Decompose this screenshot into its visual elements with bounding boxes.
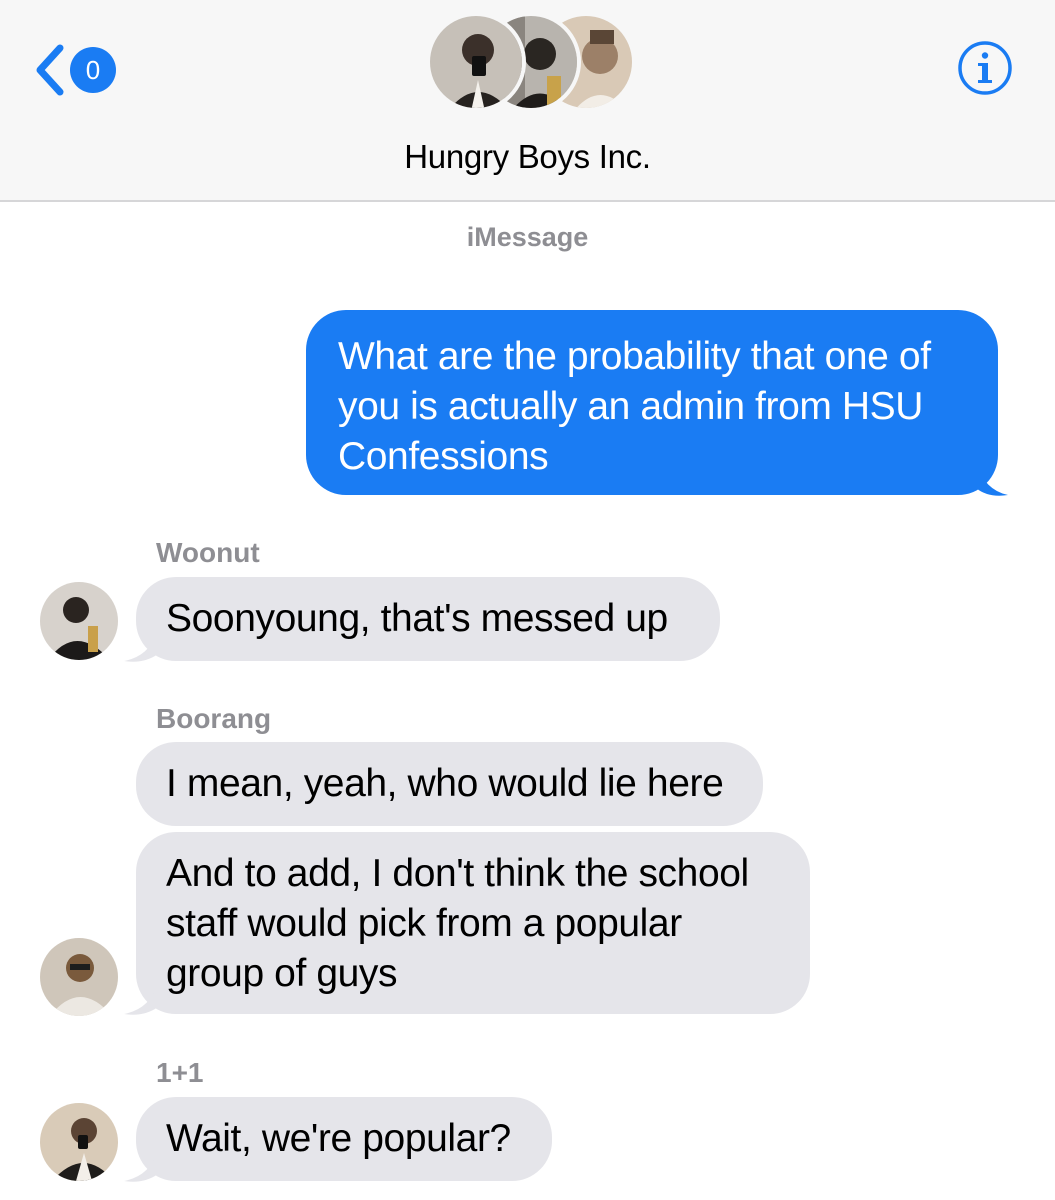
bubble-tail xyxy=(976,462,1008,496)
avatar[interactable] xyxy=(40,938,118,1016)
outgoing-message-bubble[interactable]: What are the probability that one of you… xyxy=(306,310,998,495)
back-button[interactable]: 0 xyxy=(34,40,116,100)
chevron-left-icon xyxy=(36,44,64,96)
group-avatars[interactable] xyxy=(426,12,636,112)
conversation-header: 0 Hungry Boys Inc. xyxy=(0,0,1055,202)
avatar[interactable] xyxy=(40,582,118,660)
avatar xyxy=(426,12,526,112)
incoming-message-bubble[interactable]: Soonyoung, that's messed up xyxy=(136,577,720,661)
bubble-tail xyxy=(124,1150,158,1182)
bubble-tail xyxy=(124,983,158,1015)
sender-name: Boorang xyxy=(156,703,272,734)
bubble-tail xyxy=(124,630,158,662)
info-icon[interactable] xyxy=(957,40,1013,96)
unread-count-badge: 0 xyxy=(70,47,116,93)
avatar[interactable] xyxy=(40,1103,118,1181)
service-label: iMessage xyxy=(466,222,589,252)
conversation-title[interactable]: Hungry Boys Inc. xyxy=(0,138,1055,176)
incoming-message-bubble[interactable]: I mean, yeah, who would lie here xyxy=(136,742,763,826)
sender-name: 1+1 xyxy=(156,1057,204,1088)
incoming-message-bubble[interactable]: And to add, I don't think the school sta… xyxy=(136,832,810,1014)
incoming-message-bubble[interactable]: Wait, we're popular? xyxy=(136,1097,552,1181)
sender-name: Woonut xyxy=(156,537,260,568)
